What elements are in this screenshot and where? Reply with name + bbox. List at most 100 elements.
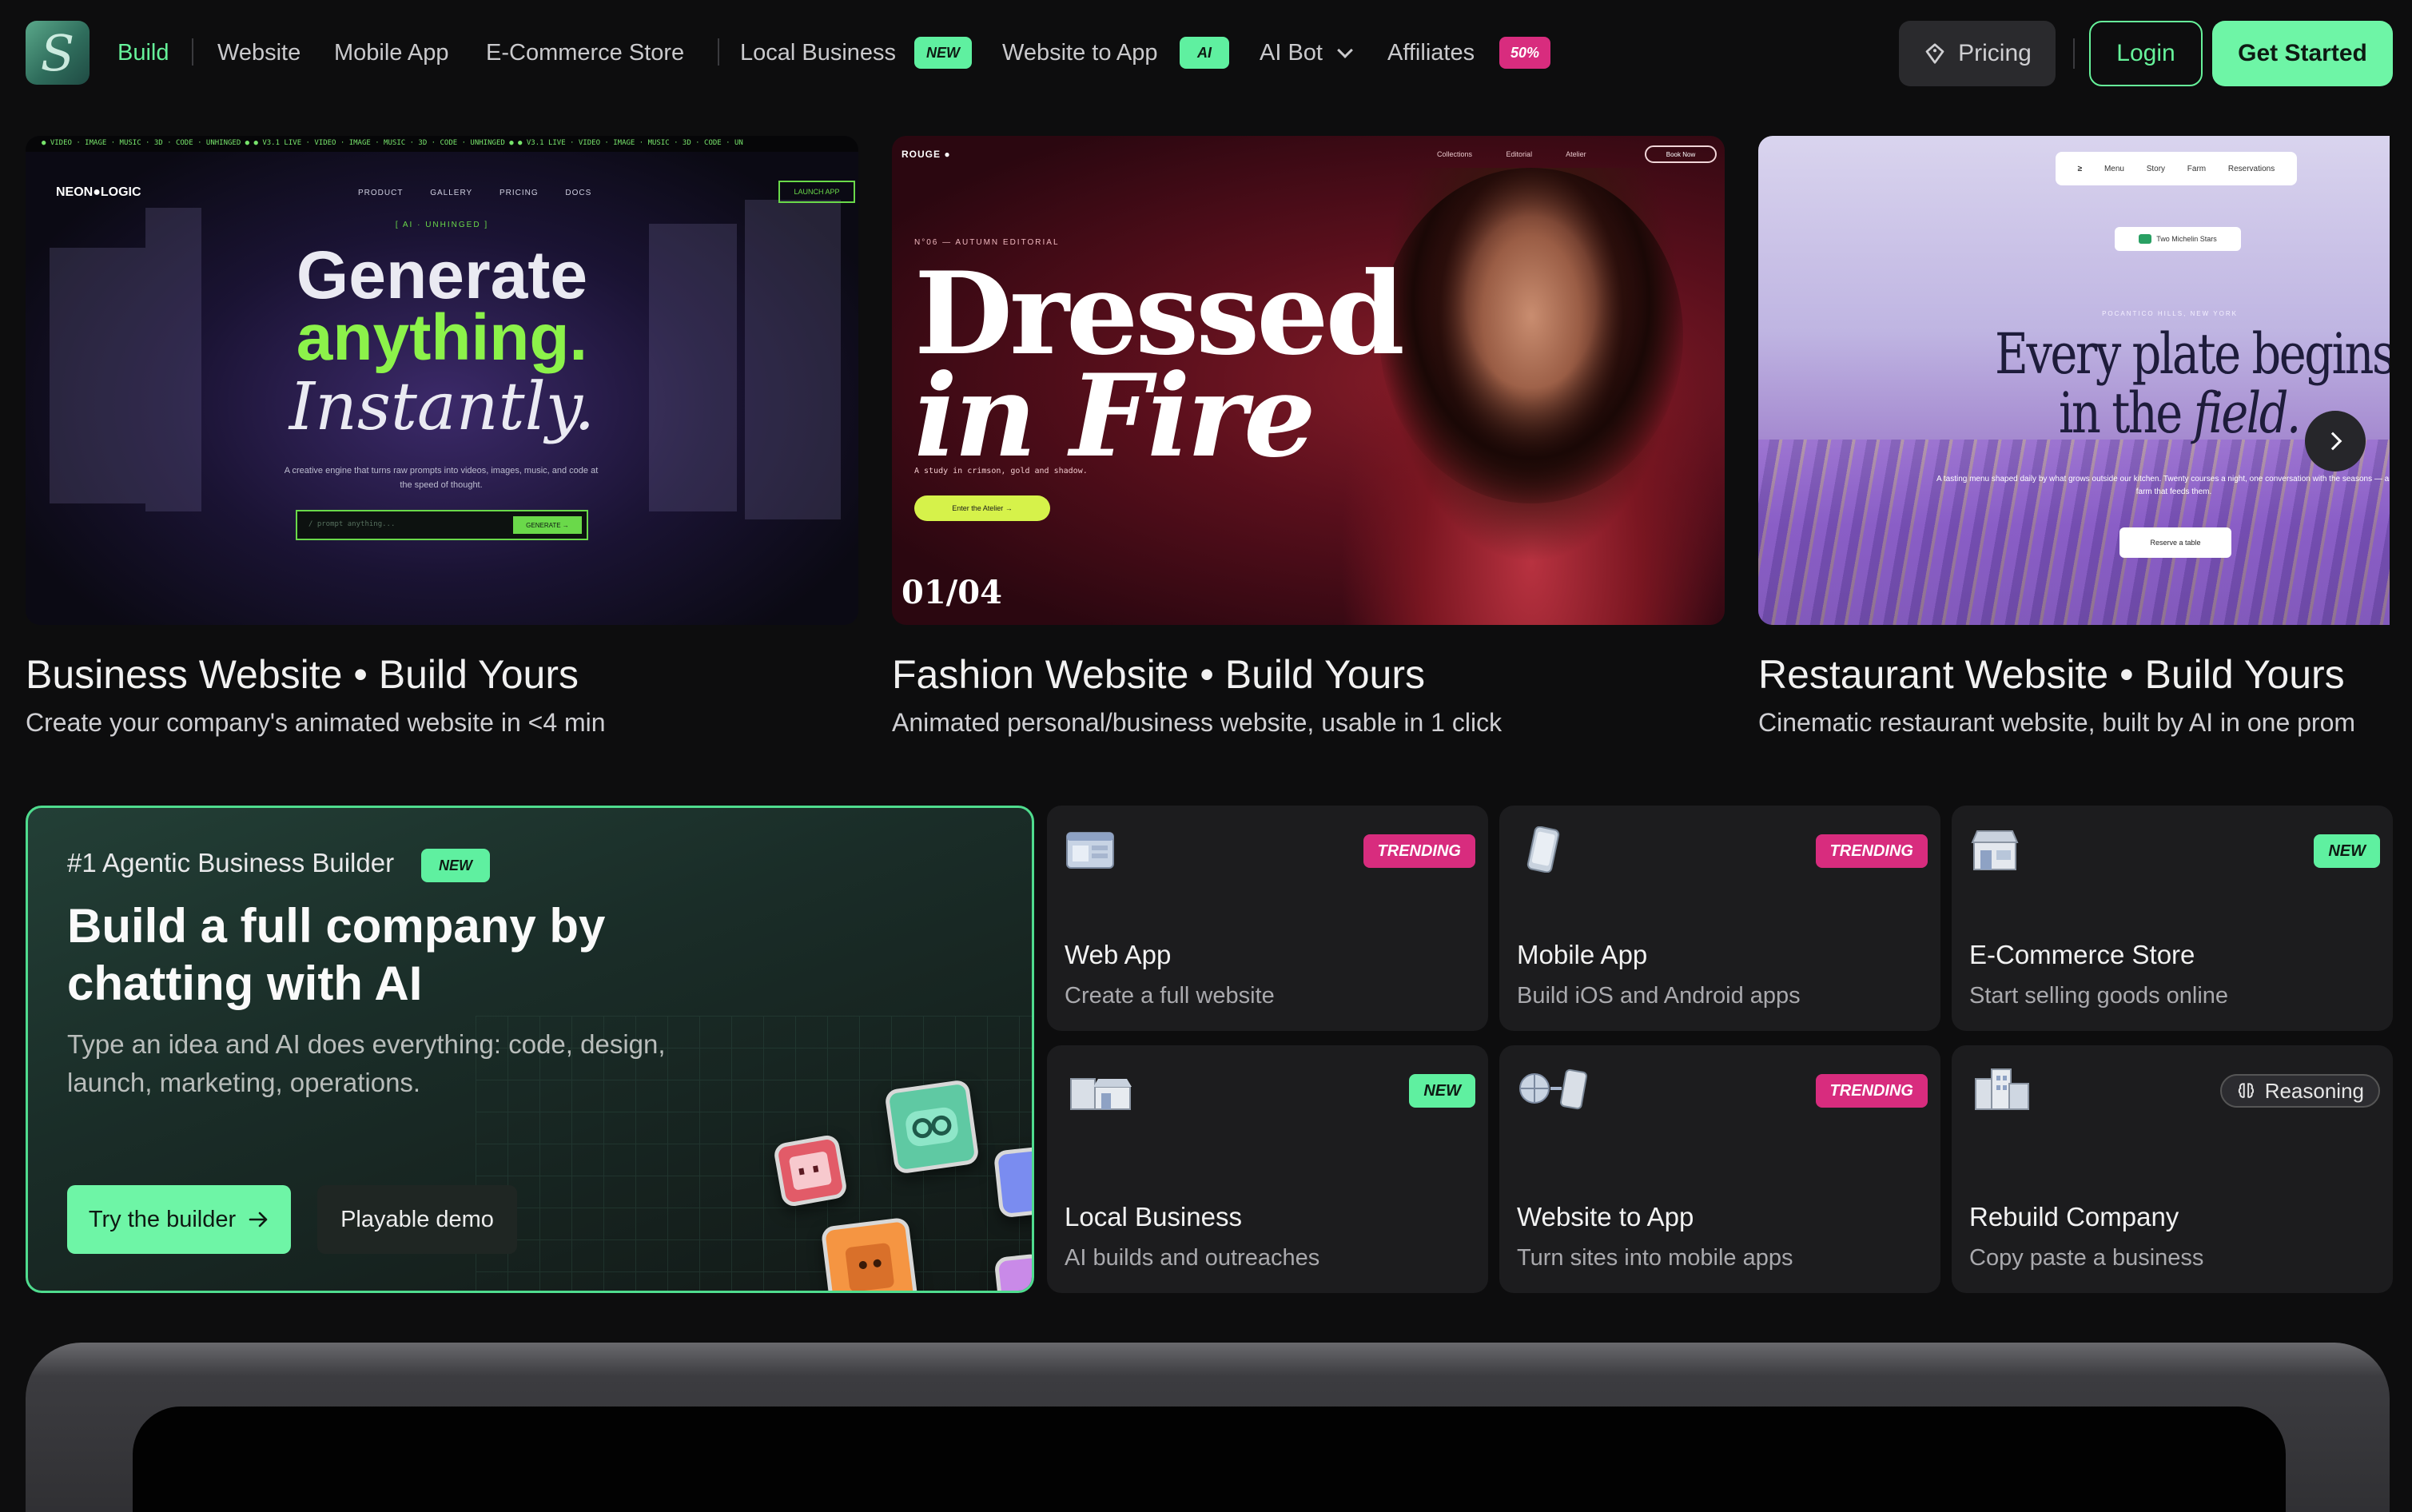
preview-menu-item: Atelier [1566,150,1586,158]
preview-prompt-placeholder: / prompt anything... [308,520,396,528]
preview-logo-mark: ≥ [2077,164,2083,173]
preview-menu: Collections Editorial Atelier [1437,150,1618,158]
showcase-subtitle: Create your company's animated website i… [26,708,606,737]
nav-affiliates[interactable]: Affiliates [1387,37,1475,69]
browser-window-icon [1066,832,1114,869]
restaurant-website-preview[interactable]: ≥ Menu Story Farm Reservations Two Miche… [1758,136,2390,625]
box-tile-icon [820,1216,919,1291]
nav-divider [718,38,719,66]
nav-local-business[interactable]: Local Business [740,37,896,69]
feature-subtitle: Build iOS and Android apps [1517,983,1801,1009]
preview-brand: NEON●LOGIC [56,185,141,199]
preview-menu-item: GALLERY [430,189,473,197]
star-icon [2139,234,2152,244]
preview-menu-item: Editorial [1506,150,1533,158]
preview-menu-item: Farm [2187,164,2207,173]
preview-headline-2: in Fire [914,350,1316,483]
try-builder-button[interactable]: Try the builder [67,1185,291,1254]
preview-menu-item: PRICING [499,189,539,197]
preview-brand: ROUGE ● [902,149,951,160]
tag-icon [1925,43,1944,64]
preview-location: POCANTICO HILLS, NEW YORK [2102,310,2238,317]
preview-menu-item: Story [2146,164,2166,173]
robot-tile-icon [993,1145,1032,1219]
agentic-builder-card: #1 Agentic Business Builder NEW Build a … [26,806,1034,1293]
try-builder-label: Try the builder [88,1206,237,1232]
preview-award-badge: Two Michelin Stars [2115,227,2241,251]
preview-book-button: Book Now [1645,145,1717,163]
preview-lavender-field [1758,440,2390,625]
top-nav: S Build Website Mobile App E-Commerce St… [0,0,2412,107]
logo-glyph: S [40,23,75,82]
reasoning-badge: Reasoning [2219,1074,2380,1108]
hero-title: Build a full company by chatting with AI [67,899,606,1010]
preview-headline-3: Instantly. [289,369,595,445]
feature-subtitle: AI builds and outreaches [1065,1245,1320,1271]
preview-generate-button: GENERATE → [513,516,582,534]
phone-icon [1526,826,1560,873]
infinity-face-icon [905,1107,958,1147]
new-badge: NEW [2314,834,2380,868]
preview-model-hair [1379,168,1683,503]
playable-demo-button[interactable]: Playable demo [317,1185,517,1254]
ai-badge: AI [1180,37,1229,69]
brand-logo[interactable]: S [26,21,90,85]
feature-card-web-app[interactable]: TRENDING Web App Create a full website [1047,806,1488,1031]
showcase-title[interactable]: Business Website • Build Yours [26,651,579,698]
carousel-next-button[interactable] [2305,411,2366,472]
discount-badge: 50% [1499,37,1550,69]
feature-title: Rebuild Company [1969,1202,2179,1231]
preview-description: A creative engine that turns raw prompts… [284,466,599,490]
feature-card-mobile-app[interactable]: TRENDING Mobile App Build iOS and Androi… [1499,806,1940,1031]
business-website-preview[interactable]: ● VIDEO · IMAGE · MUSIC · 3D · CODE · UN… [26,136,858,625]
nav-mobile-app[interactable]: Mobile App [334,37,449,69]
preview-menu-item: PRODUCT [358,189,404,197]
preview-menu: PRODUCT GALLERY PRICING DOCS [358,189,615,197]
preview-headline-2a: in the [2059,380,2194,446]
preview-prompt-box: / prompt anything... GENERATE → [296,510,588,540]
nav-ecommerce-store[interactable]: E-Commerce Store [486,37,684,69]
feature-card-local-business[interactable]: NEW Local Business AI builds and outreac… [1047,1045,1488,1293]
preview-badge-text: Two Michelin Stars [2156,235,2217,243]
preview-menu: ≥ Menu Story Farm Reservations [2056,152,2297,185]
feature-title: Website to App [1517,1202,1694,1231]
preview-description: A tasting menu shaped daily by what grow… [1936,475,2390,496]
music-tile-icon [993,1253,1032,1291]
showcase-subtitle: Cinematic restaurant website, built by A… [1758,708,2356,737]
nav-build[interactable]: Build [117,37,169,69]
trending-badge: TRENDING [1815,1074,1928,1108]
nav-website[interactable]: Website [217,37,301,69]
feature-card-ecommerce-store[interactable]: NEW E-Commerce Store Start selling goods… [1952,806,2393,1031]
pricing-label: Pricing [1958,40,2032,66]
new-badge: NEW [421,849,490,882]
preview-menu-item: Reservations [2227,164,2275,173]
box-face-icon [845,1243,894,1291]
preview-menu-item: Collections [1437,150,1473,158]
feature-title: Web App [1065,940,1172,969]
feature-card-rebuild-company[interactable]: Reasoning Rebuild Company Copy paste a b… [1952,1045,2393,1293]
preview-headline-2: anything. [296,301,588,374]
feature-subtitle: Copy paste a business [1969,1245,2204,1271]
chevron-down-icon[interactable] [1337,42,1353,58]
showcase-title[interactable]: Fashion Website • Build Yours [892,651,1425,698]
pricing-button[interactable]: Pricing [1899,21,2056,86]
fashion-website-preview[interactable]: ROUGE ● Collections Editorial Atelier Bo… [892,136,1725,625]
feature-subtitle: Create a full website [1065,983,1275,1009]
storefront-icon [1971,830,2019,870]
preview-edition: N°06 — AUTUMN EDITORIAL [914,238,1060,247]
get-started-button[interactable]: Get Started [2212,21,2393,86]
preview-headline-1: Every plate begins [1995,321,2390,387]
login-button[interactable]: Login [2089,21,2203,86]
preview-menu-item: DOCS [565,189,592,197]
preview-headline-2: in the field. [2059,380,2302,446]
nav-website-to-app[interactable]: Website to App [1002,37,1158,69]
nav-ai-bot[interactable]: AI Bot [1260,37,1323,69]
preview-headline-2b: field. [2193,380,2302,446]
preview-counter: 01/04 [902,574,1002,611]
showcase-title[interactable]: Restaurant Website • Build Yours [1758,651,2345,698]
feature-subtitle: Start selling goods online [1969,983,2229,1009]
reasoning-label: Reasoning [2264,1078,2364,1103]
preview-cta-button: Enter the Atelier → [914,495,1050,521]
feature-card-website-to-app[interactable]: TRENDING Website to App Turn sites into … [1499,1045,1940,1293]
feature-title: Local Business [1065,1202,1242,1231]
